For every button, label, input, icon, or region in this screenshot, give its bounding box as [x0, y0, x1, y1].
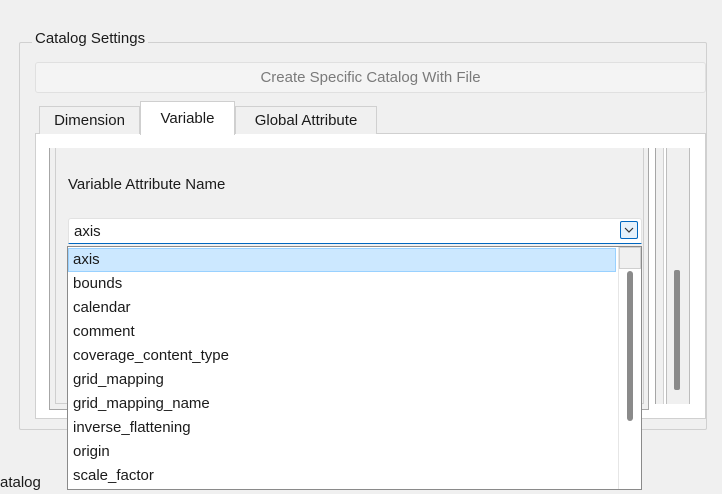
list-item[interactable]: calendar: [68, 296, 616, 320]
inner-scrollbar[interactable]: [655, 148, 664, 404]
combobox-dropdown-button[interactable]: [620, 221, 638, 239]
list-item[interactable]: origin: [68, 440, 616, 464]
panel-scrollbar-thumb[interactable]: [674, 270, 680, 390]
tab-variable-label: Variable: [160, 110, 215, 127]
create-catalog-button[interactable]: Create Specific Catalog With File: [35, 62, 706, 93]
list-item[interactable]: bounds: [68, 272, 616, 296]
tab-variable[interactable]: Variable: [140, 101, 235, 135]
list-item[interactable]: axis: [68, 248, 616, 272]
dropdown-scrollbar-thumb[interactable]: [627, 271, 633, 421]
list-item[interactable]: scale_factor: [68, 464, 616, 488]
tab-global-attribute[interactable]: Global Attribute: [235, 106, 377, 134]
chevron-down-icon: [624, 227, 634, 233]
dropdown-scrollbar-button[interactable]: [619, 247, 641, 269]
catalog-settings-title: Catalog Settings: [32, 30, 149, 47]
create-catalog-button-label: Create Specific Catalog With File: [260, 69, 481, 86]
variable-attribute-combobox[interactable]: axis: [68, 218, 642, 244]
list-item[interactable]: comment: [68, 320, 616, 344]
list-item[interactable]: grid_mapping_name: [68, 392, 616, 416]
tab-dimension-label: Dimension: [54, 112, 125, 129]
catalog-label-fragment: atalog: [0, 474, 41, 491]
list-item[interactable]: inverse_flattening: [68, 416, 616, 440]
list-item[interactable]: coverage_content_type: [68, 344, 616, 368]
tab-global-attribute-label: Global Attribute: [254, 112, 358, 129]
combobox-value: axis: [74, 223, 101, 240]
variable-attribute-dropdown-list: axis bounds calendar comment coverage_co…: [67, 246, 642, 490]
variable-attribute-name-label: Variable Attribute Name: [68, 176, 226, 193]
tab-dimension[interactable]: Dimension: [39, 106, 140, 134]
list-item[interactable]: grid_mapping: [68, 368, 616, 392]
